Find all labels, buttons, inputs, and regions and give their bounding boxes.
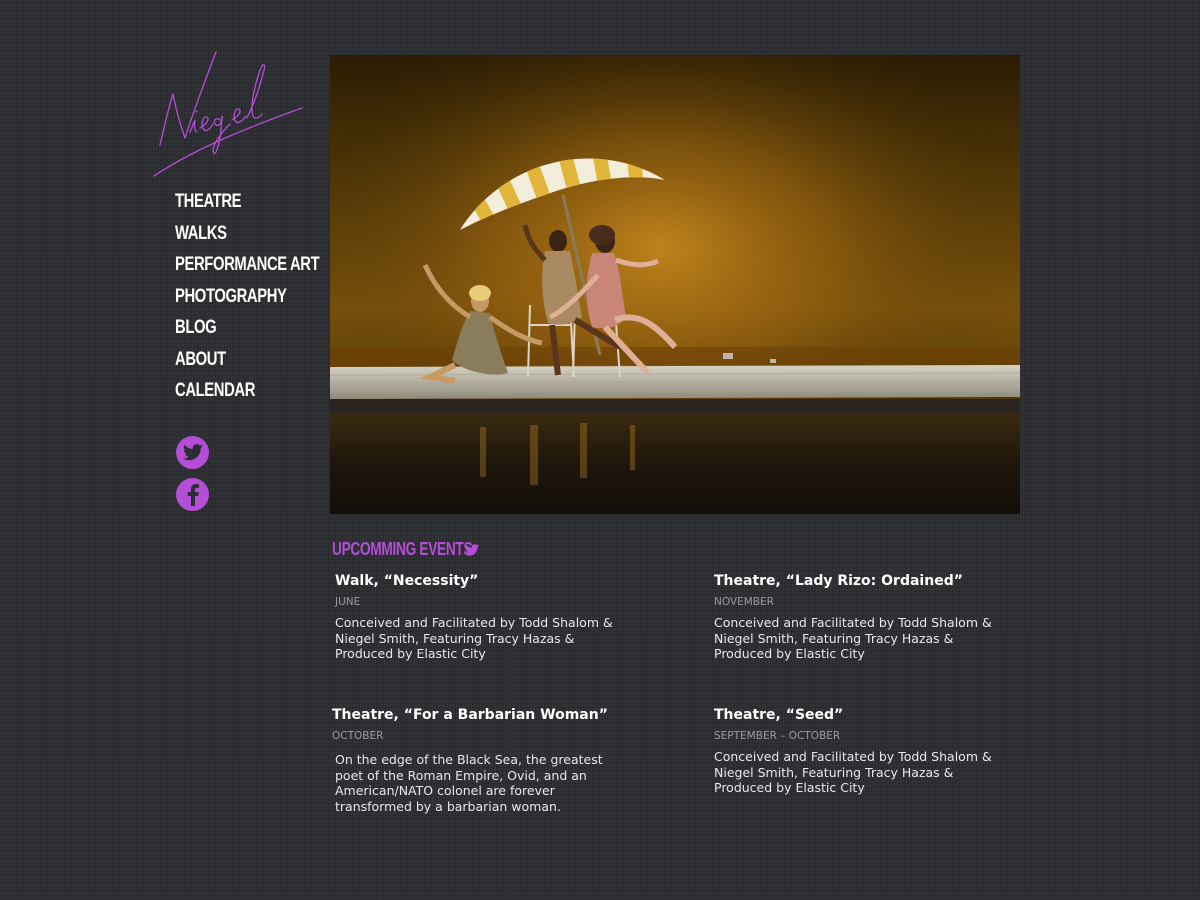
- event-item: Walk, “Necessity” June Conceived and Fac…: [335, 572, 635, 662]
- event-description: Conceived and Facilitated by Todd Shalom…: [714, 615, 992, 661]
- twitter-icon: [182, 443, 203, 460]
- signature-logo-graphic: [153, 51, 303, 177]
- twitter-button[interactable]: [176, 436, 209, 469]
- event-title[interactable]: Theatre, “Lady Rizo: Ordained”: [714, 572, 1014, 590]
- stage-photo: [330, 55, 1020, 514]
- event-title[interactable]: Walk, “Necessity”: [335, 572, 635, 590]
- event-item: Theatre, “Lady Rizo: Ordained” November …: [714, 572, 1014, 662]
- facebook-icon: [187, 483, 199, 506]
- event-description: On the edge of the Black Sea, the greate…: [335, 752, 603, 814]
- hero-image: [330, 55, 1020, 514]
- event-date: October: [332, 730, 384, 742]
- event-description: Conceived and Facilitated by Todd Shalom…: [335, 615, 613, 661]
- event-date: June: [335, 596, 361, 608]
- event-date: November: [714, 596, 774, 608]
- event-date: September – October: [714, 730, 841, 742]
- social-links: [176, 436, 209, 520]
- nav-link-walks[interactable]: Walks: [175, 222, 227, 246]
- nav-link-theatre[interactable]: Theatre: [175, 190, 242, 214]
- nav-link-calendar[interactable]: Calendar: [175, 379, 255, 403]
- nav-link-performance-art[interactable]: Performance Art: [175, 253, 320, 277]
- nav-link-blog[interactable]: Blog: [175, 316, 217, 340]
- event-item: Theatre, “For a Barbarian Woman” October…: [332, 706, 632, 814]
- events-heading: Upcomming Events: [332, 539, 480, 560]
- event-title[interactable]: Theatre, “For a Barbarian Woman”: [332, 706, 632, 724]
- event-title[interactable]: Theatre, “Seed”: [714, 706, 1014, 724]
- event-description: Conceived and Facilitated by Todd Shalom…: [714, 749, 992, 795]
- site-logo[interactable]: Niegel: [150, 48, 310, 183]
- facebook-button[interactable]: [176, 478, 209, 511]
- event-item: Theatre, “Seed” September – October Conc…: [714, 706, 1014, 796]
- events-heading-title: Upcomming Events: [332, 539, 473, 559]
- nav-link-photography[interactable]: Photography: [175, 285, 287, 309]
- nav-link-about[interactable]: About: [175, 348, 226, 372]
